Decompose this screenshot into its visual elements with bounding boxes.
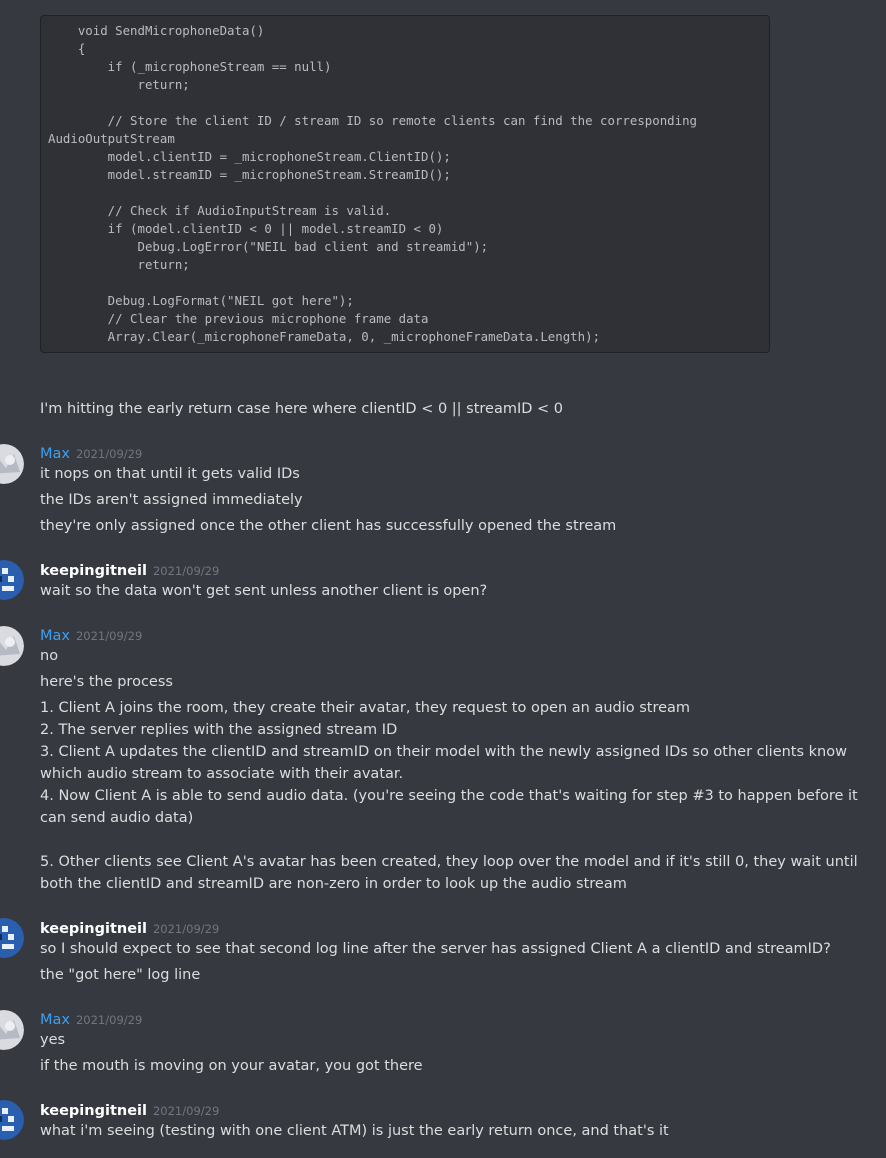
avatar-keepingitneil[interactable]	[0, 560, 24, 600]
message-text: wait so the data won't get sent unless a…	[40, 583, 488, 599]
message-text: they're only assigned once the other cli…	[40, 518, 617, 534]
avatar-icon	[0, 626, 24, 666]
username-keepingitneil[interactable]: keepingitneil	[40, 1103, 147, 1119]
message-text: yes	[40, 1032, 66, 1048]
message-text: so I should expect to see that second lo…	[40, 941, 831, 957]
avatar-icon	[0, 444, 24, 484]
message-text: I'm hitting the early return case here w…	[40, 401, 564, 417]
message-text: 3. Client A updates the clientID and str…	[40, 744, 847, 782]
message-text: 2. The server replies with the assigned …	[40, 722, 398, 738]
timestamp: 2021/09/29	[152, 922, 220, 936]
message-text: 5. Other clients see Client A's avatar h…	[40, 854, 858, 892]
message-text: the "got here" log line	[40, 967, 201, 983]
message-text: the IDs aren't assigned immediately	[40, 492, 303, 508]
username-max[interactable]: Max	[40, 1012, 70, 1028]
avatar-max[interactable]	[0, 1010, 24, 1050]
avatar-icon	[0, 918, 24, 958]
timestamp: 2021/09/29	[75, 1013, 143, 1027]
avatar-icon	[0, 1100, 24, 1140]
username-keepingitneil[interactable]: keepingitneil	[40, 563, 147, 579]
message-header: Max 2021/09/29	[40, 1009, 142, 1028]
timestamp: 2021/09/29	[152, 1104, 220, 1118]
message-header: keepingitneil 2021/09/29	[40, 1100, 219, 1119]
timestamp: 2021/09/29	[75, 629, 143, 643]
avatar-icon	[0, 1010, 24, 1050]
message-header: keepingitneil 2021/09/29	[40, 560, 219, 579]
timestamp: 2021/09/29	[75, 447, 143, 461]
username-max[interactable]: Max	[40, 628, 70, 644]
message-header: Max 2021/09/29	[40, 625, 142, 644]
username-max[interactable]: Max	[40, 446, 70, 462]
message-text: if the mouth is moving on your avatar, y…	[40, 1058, 423, 1074]
avatar-max[interactable]	[0, 626, 24, 666]
avatar-icon	[0, 560, 24, 600]
avatar-max[interactable]	[0, 444, 24, 484]
username-keepingitneil[interactable]: keepingitneil	[40, 921, 147, 937]
message-header: keepingitneil 2021/09/29	[40, 918, 219, 937]
message-text: 1. Client A joins the room, they create …	[40, 700, 691, 716]
avatar-keepingitneil[interactable]	[0, 918, 24, 958]
avatar-keepingitneil[interactable]	[0, 1100, 24, 1140]
timestamp: 2021/09/29	[152, 564, 220, 578]
code-block: void SendMicrophoneData() { if (_microph…	[40, 15, 770, 353]
message-text: what i'm seeing (testing with one client…	[40, 1123, 669, 1139]
message-text: it nops on that until it gets valid IDs	[40, 466, 300, 482]
message-text: no	[40, 648, 59, 664]
message-header: Max 2021/09/29	[40, 443, 142, 462]
code-text: void SendMicrophoneData() { if (_microph…	[48, 23, 698, 344]
message-text: 4. Now Client A is able to send audio da…	[40, 788, 858, 826]
message-text: here's the process	[40, 674, 173, 690]
